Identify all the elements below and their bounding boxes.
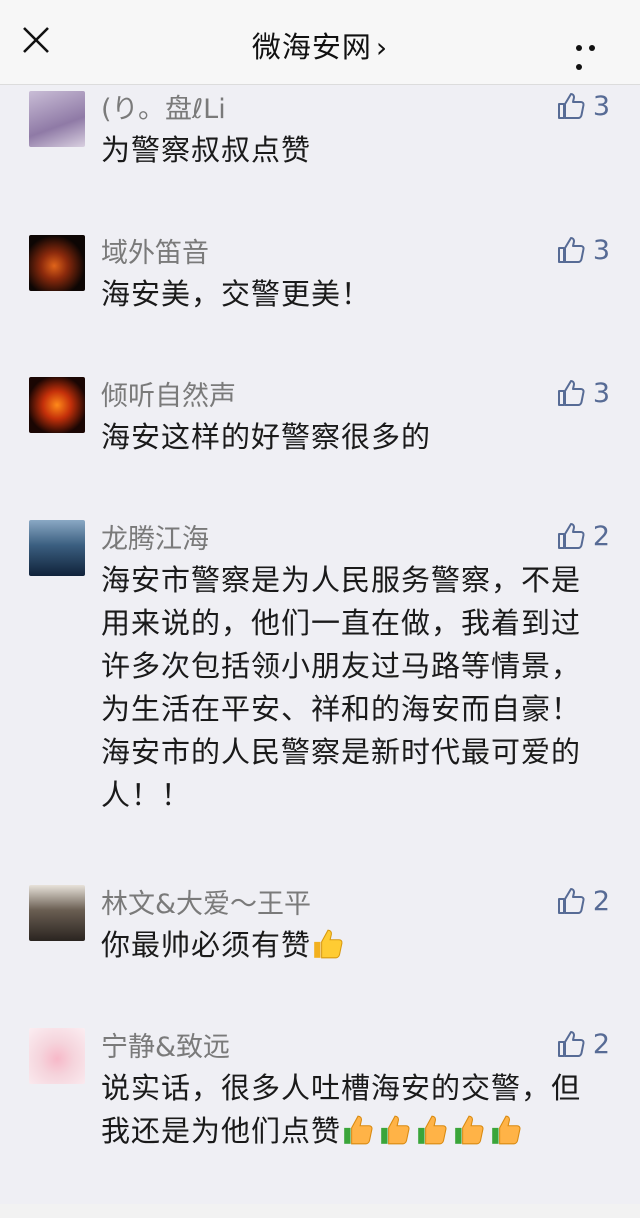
like-button[interactable]: 3 (555, 376, 610, 410)
like-count: 3 (592, 377, 610, 409)
comment-text: 海安美，交警更美！ (101, 277, 372, 311)
comment-text: 说实话，很多人吐槽海安的交警，但我还是为他们点赞 (101, 1067, 601, 1153)
thumbs-up-emoji-icon (492, 1115, 521, 1145)
avatar[interactable] (29, 520, 85, 576)
commenter-name[interactable]: 宁静&致远 (101, 1025, 230, 1064)
like-button[interactable]: 2 (555, 1027, 610, 1061)
more-button[interactable] (576, 36, 612, 70)
bottom-edge (0, 1204, 640, 1218)
thumbs-up-icon (557, 380, 585, 406)
thumbs-up-icon (557, 93, 585, 119)
comment-text: 为警察叔叔点赞 (101, 133, 312, 167)
thumbs-up-emoji-icon (455, 1115, 484, 1145)
like-button[interactable]: 2 (555, 884, 610, 918)
commenter-name[interactable]: 龙腾江海 (101, 517, 209, 556)
like-button[interactable]: 2 (555, 519, 610, 553)
chevron-right-icon: › (375, 31, 389, 64)
thumbs-up-emoji-icon (344, 1115, 373, 1145)
avatar[interactable] (29, 235, 85, 291)
top-bar: 微海安网 › (0, 0, 640, 85)
commenter-name[interactable]: 域外笛音 (101, 231, 209, 270)
comment-text-content: 你最帅必须有赞 (101, 928, 312, 962)
avatar[interactable] (29, 91, 85, 147)
page-title-text: 微海安网 (251, 30, 372, 64)
thumbs-up-icon (557, 1031, 585, 1057)
like-button[interactable]: 3 (555, 233, 610, 267)
like-count: 2 (592, 885, 610, 917)
thumbs-up-emoji-icon (314, 929, 343, 959)
like-button[interactable]: 3 (555, 89, 610, 123)
commenter-name[interactable]: 倾听自然声 (101, 374, 236, 413)
thumbs-up-icon (557, 237, 585, 263)
comment-text: 海安市警察是为人民服务警察，不是用来说的，他们一直在做，我着到过许多次包括领小朋… (101, 563, 582, 812)
commenter-name[interactable]: (り。盘ℓLi (101, 87, 226, 126)
like-count: 2 (592, 520, 610, 552)
comment-text: 海安这样的好警察很多的 (101, 420, 432, 454)
page-title[interactable]: 微海安网 › (0, 24, 640, 66)
thumbs-up-icon (557, 523, 585, 549)
dot-icon (576, 64, 582, 70)
commenter-name[interactable]: 林文&大爱～王平 (101, 882, 311, 921)
comment-text: 你最帅必须有赞 (101, 924, 601, 967)
avatar[interactable] (29, 1028, 85, 1084)
dot-icon (576, 45, 582, 51)
avatar[interactable] (29, 377, 85, 433)
like-count: 3 (592, 234, 610, 266)
thumbs-up-emoji-icon (381, 1115, 410, 1145)
like-count: 2 (592, 1028, 610, 1060)
avatar[interactable] (29, 885, 85, 941)
like-count: 3 (592, 90, 610, 122)
thumbs-up-emoji-icon (418, 1115, 447, 1145)
dot-icon (589, 45, 595, 51)
thumbs-up-icon (557, 888, 585, 914)
